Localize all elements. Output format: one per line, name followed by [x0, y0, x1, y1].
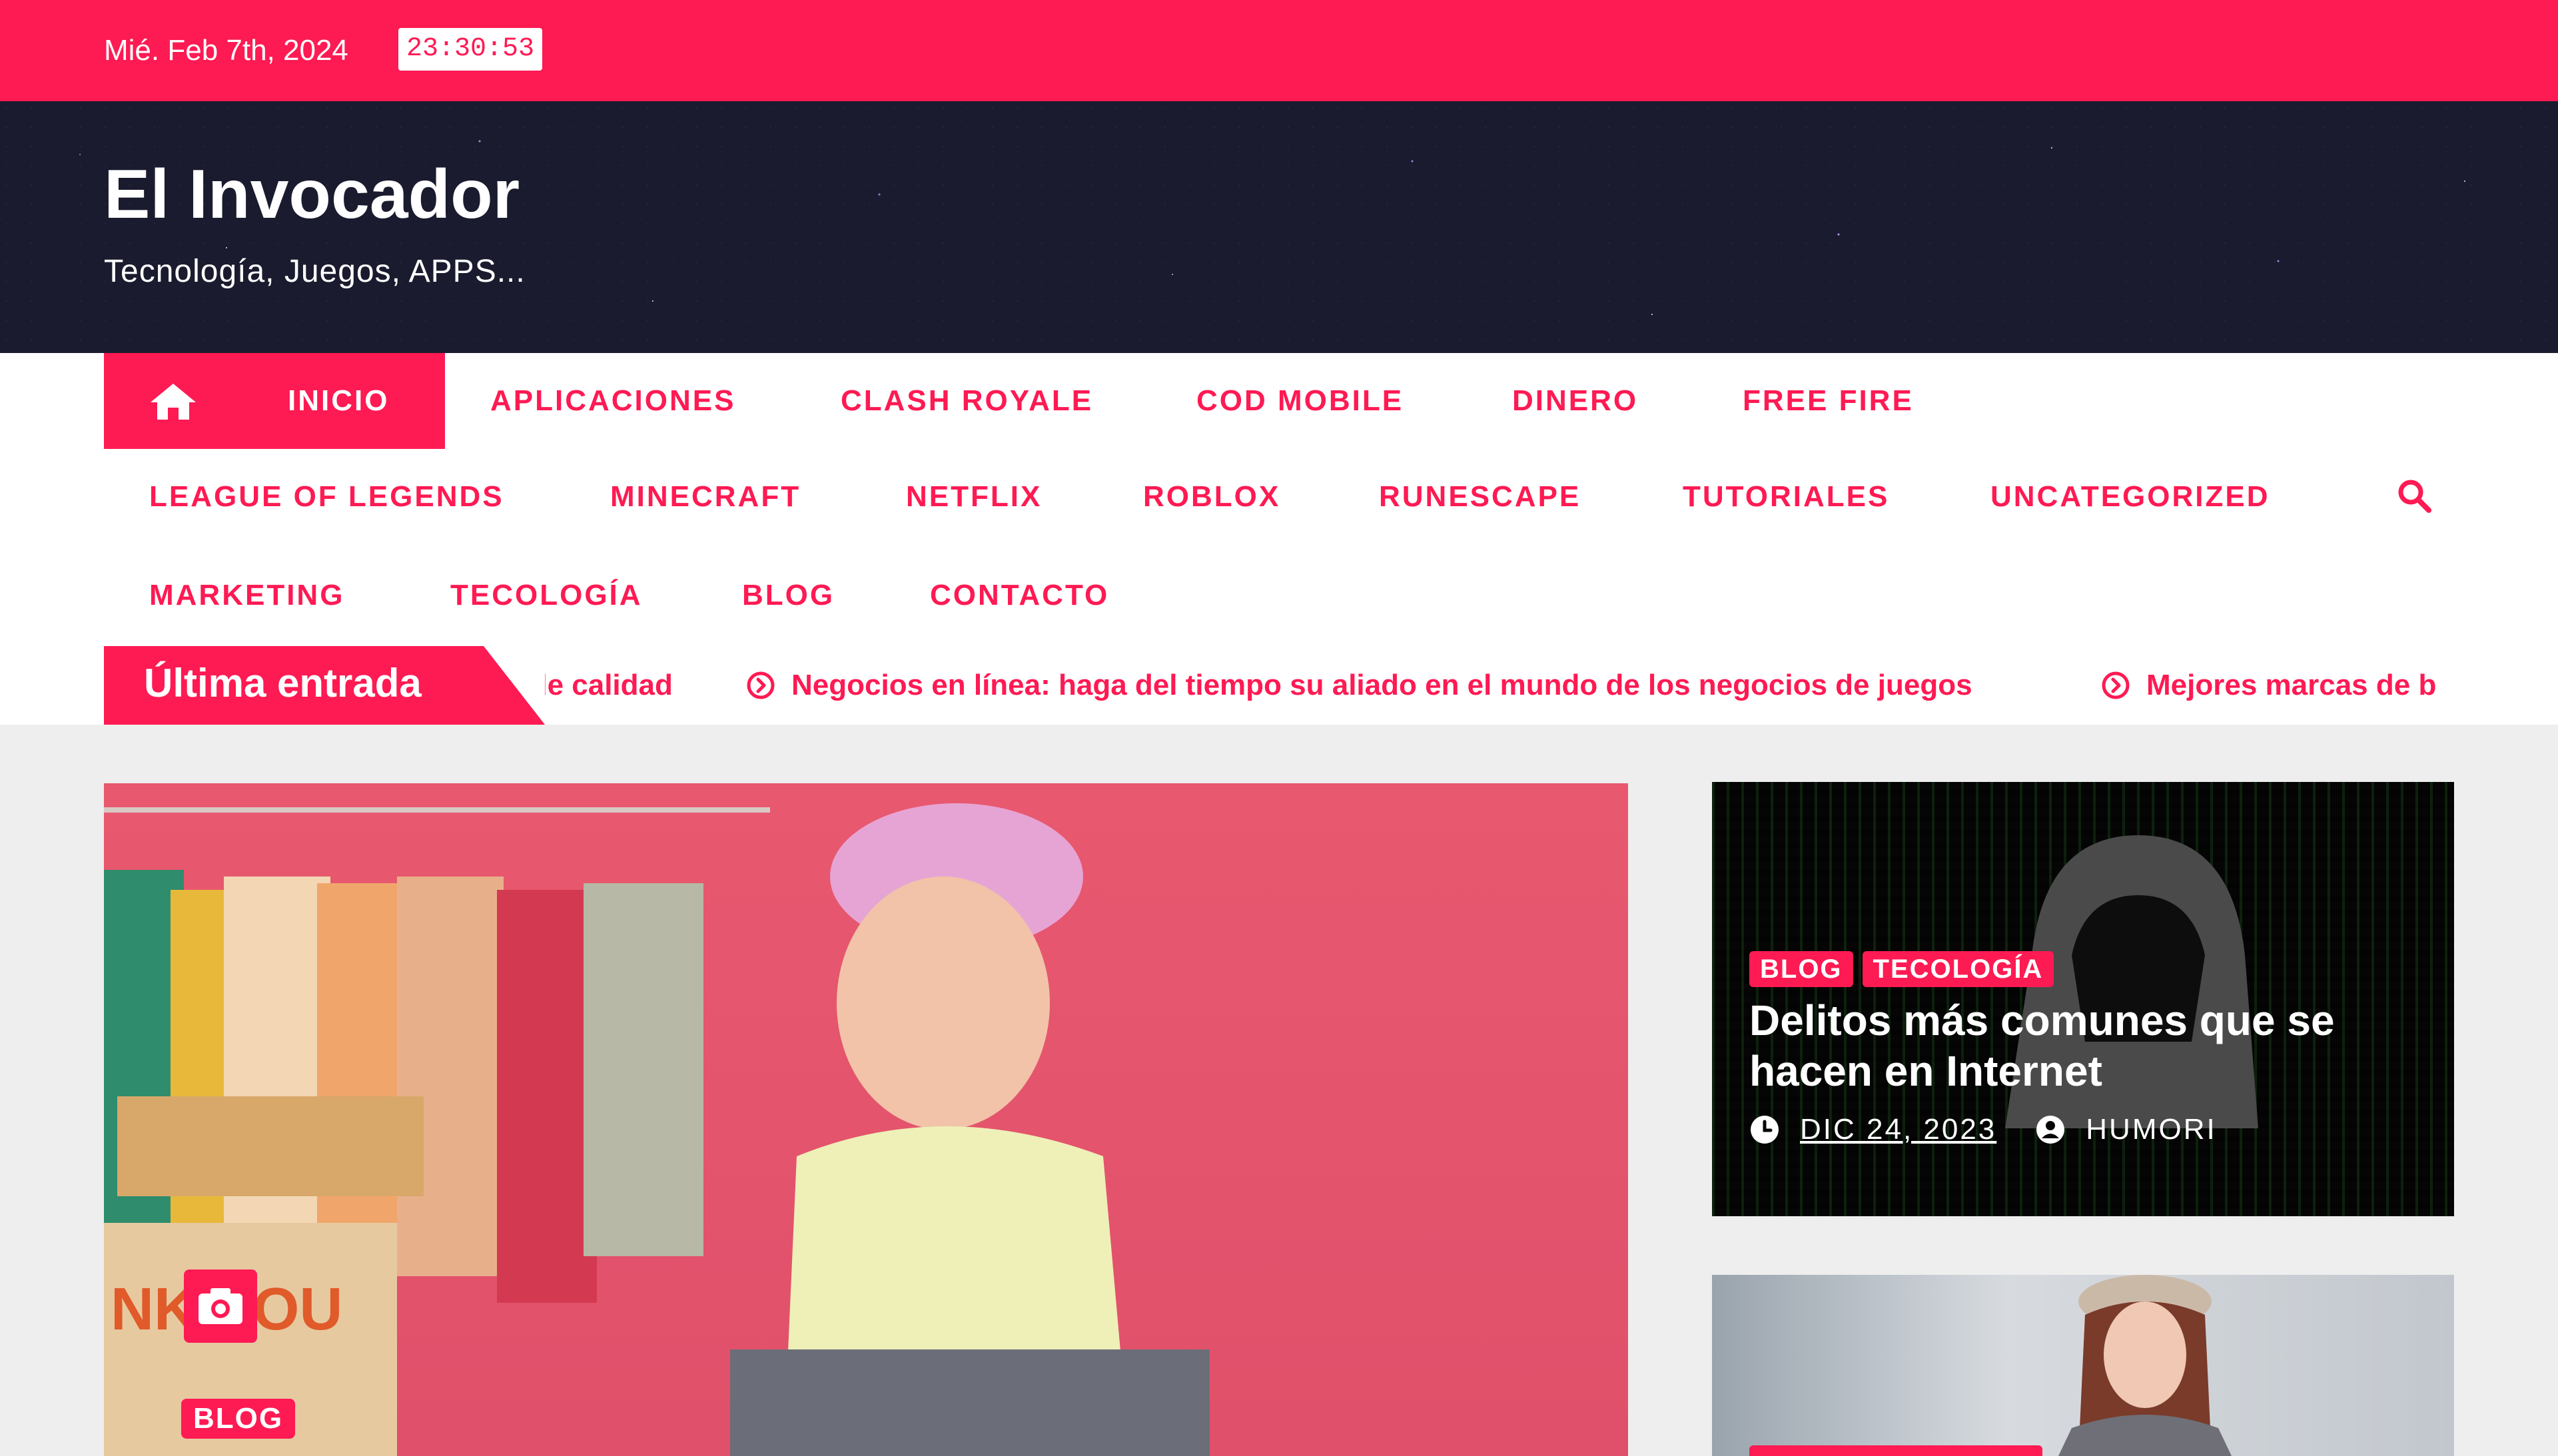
nav-item-cod-mobile[interactable]: COD MOBILE — [1196, 381, 1404, 421]
woman-portrait-illustration — [2058, 1275, 2232, 1456]
category-badge-blog[interactable]: BLOG — [1749, 951, 1853, 987]
search-icon[interactable] — [2395, 477, 2433, 514]
ticker-headline-text: Negocios en línea: haga del tiempo su al… — [791, 669, 1972, 701]
main-navigation: INICIO APLICACIONES CLASH ROYALE COD MOB… — [0, 353, 2558, 646]
nav-item-clash-royale[interactable]: CLASH ROYALE — [841, 381, 1093, 421]
chevron-circle-right-icon — [2102, 671, 2130, 699]
nav-item-minecraft[interactable]: MINECRAFT — [610, 477, 801, 517]
ticker-headline[interactable]: Mejores marcas de b — [2101, 646, 2436, 725]
ticker-track: s de calidad Negocios en línea: haga del… — [545, 646, 2457, 725]
nav-item-runescape[interactable]: RUNESCAPE — [1379, 477, 1581, 517]
nav-item-uncategorized[interactable]: UNCATEGORIZED — [1990, 477, 2270, 517]
woman-with-box-illustration — [730, 803, 1210, 1456]
category-badge-tecologia[interactable]: TECOLOGÍA — [1862, 951, 2054, 987]
nav-item-tecologia[interactable]: TECOLOGÍA — [450, 575, 643, 615]
chevron-circle-right-icon — [747, 671, 775, 699]
side-post-card-2[interactable] — [1712, 1275, 2454, 1456]
nav-item-inicio[interactable]: INICIO — [104, 353, 445, 449]
category-badge-blog[interactable]: BLOG — [181, 1399, 296, 1439]
ticker-headline-text: Mejores marcas de b — [2146, 669, 2437, 701]
post-title[interactable]: Delitos más comunes que se hacen en Inte… — [1749, 995, 2422, 1096]
nav-item-aplicaciones[interactable]: APLICACIONES — [490, 381, 735, 421]
nav-item-roblox[interactable]: ROBLOX — [1143, 477, 1280, 517]
current-time: 23:30:53 — [398, 28, 543, 71]
user-icon — [2036, 1116, 2065, 1144]
featured-post-card[interactable]: NK YOU BLOG — [104, 783, 1628, 1456]
site-title[interactable]: El Invocador — [104, 155, 520, 234]
nav-item-marketing[interactable]: MARKETING — [149, 575, 344, 615]
nav-item-league-of-legends[interactable]: LEAGUE OF LEGENDS — [149, 477, 504, 517]
category-badge[interactable] — [1749, 1445, 2042, 1456]
ticker-headline[interactable]: Negocios en línea: haga del tiempo su al… — [746, 646, 1972, 725]
home-icon — [151, 384, 196, 420]
site-tagline: Tecnología, Juegos, APPS... — [104, 254, 526, 289]
latest-posts-ticker: Última entrada s de calidad Negocios en … — [0, 646, 2558, 725]
post-author[interactable]: HUMORI — [2086, 1110, 2216, 1150]
side-post-card[interactable]: BLOG TECOLOGÍA Delitos más comunes que s… — [1712, 782, 2454, 1216]
nav-item-tutoriales[interactable]: TUTORIALES — [1683, 477, 1889, 517]
clock-icon — [1751, 1116, 1779, 1144]
clothing-rack-illustration: NK YOU — [104, 807, 770, 1456]
nav-item-contacto[interactable]: CONTACTO — [930, 575, 1109, 615]
nav-item-free-fire[interactable]: FREE FIRE — [1743, 381, 1914, 421]
top-bar: Mié. Feb 7th, 2024 23:30:53 — [0, 0, 2558, 101]
post-meta: DIC 24, 2023 HUMORI — [1749, 1110, 2217, 1150]
current-date: Mié. Feb 7th, 2024 — [104, 34, 348, 67]
post-categories: BLOG TECOLOGÍA — [1749, 951, 2054, 987]
ticker-label-badge: Última entrada — [104, 646, 545, 725]
site-header: El Invocador Tecnología, Juegos, APPS... — [0, 101, 2558, 353]
nav-item-dinero[interactable]: DINERO — [1512, 381, 1638, 421]
ticker-headline[interactable]: s de calidad — [545, 646, 673, 725]
camera-icon[interactable] — [184, 1270, 257, 1343]
ticker-label: Última entrada — [144, 661, 422, 705]
nav-item-netflix[interactable]: NETFLIX — [906, 477, 1042, 517]
nav-item-blog[interactable]: BLOG — [742, 575, 835, 615]
post-date[interactable]: DIC 24, 2023 — [1800, 1110, 1996, 1150]
nav-item-label: INICIO — [288, 384, 390, 417]
